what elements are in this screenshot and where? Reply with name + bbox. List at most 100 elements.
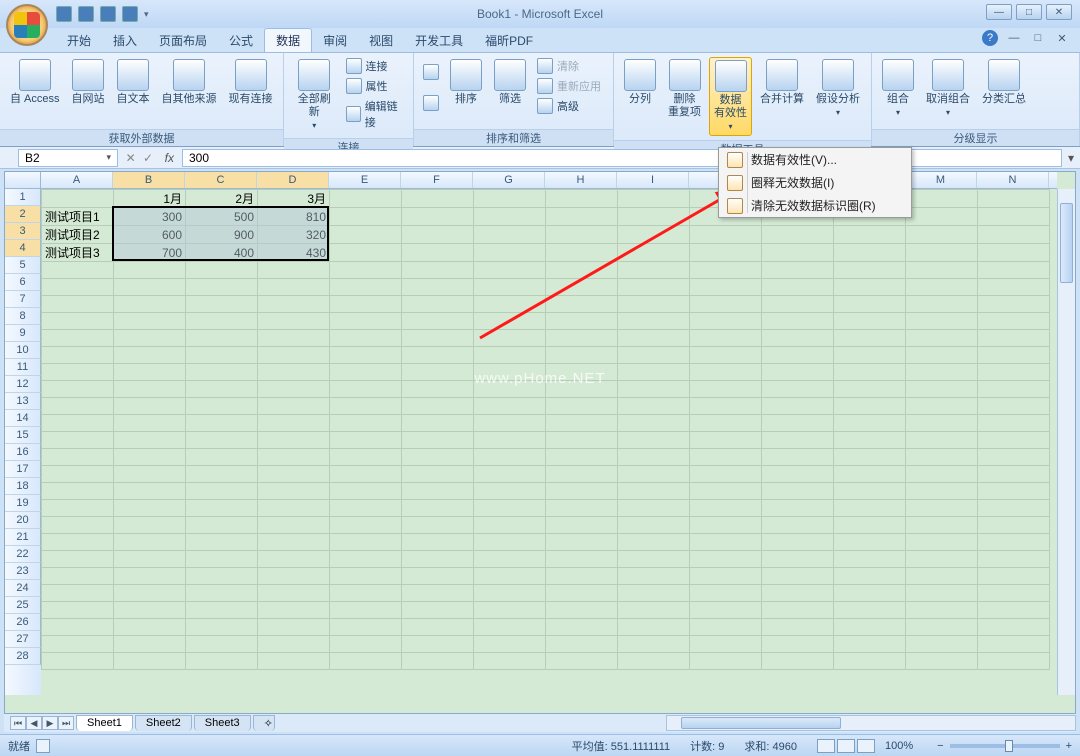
tab-插入[interactable]: 插入 bbox=[102, 29, 148, 52]
cell-H22[interactable] bbox=[546, 551, 618, 568]
row-header-14[interactable]: 14 bbox=[5, 410, 41, 427]
cell-F15[interactable] bbox=[402, 432, 474, 449]
cell-I22[interactable] bbox=[618, 551, 690, 568]
cell-C18[interactable] bbox=[186, 483, 258, 500]
ritem-现有连接[interactable]: 现有连接 bbox=[225, 57, 277, 108]
row-header-18[interactable]: 18 bbox=[5, 478, 41, 495]
cell-E3[interactable] bbox=[330, 226, 402, 244]
doc-restore-button[interactable]: □ bbox=[1030, 30, 1046, 46]
cell-L20[interactable] bbox=[834, 517, 906, 534]
cell-E12[interactable] bbox=[330, 381, 402, 398]
cell-H19[interactable] bbox=[546, 500, 618, 517]
cell-M2[interactable] bbox=[906, 208, 978, 226]
cell-B16[interactable] bbox=[114, 449, 186, 466]
cell-I21[interactable] bbox=[618, 534, 690, 551]
qat-undo-icon[interactable] bbox=[78, 6, 94, 22]
help-icon[interactable]: ? bbox=[982, 30, 998, 46]
sheet-nav-first[interactable]: ⏮ bbox=[10, 716, 26, 730]
cell-L11[interactable] bbox=[834, 364, 906, 381]
row-header-2[interactable]: 2 bbox=[5, 206, 41, 223]
cell-N17[interactable] bbox=[978, 466, 1050, 483]
cell-J4[interactable] bbox=[690, 244, 762, 262]
cell-N10[interactable] bbox=[978, 347, 1050, 364]
cell-L9[interactable] bbox=[834, 330, 906, 347]
cell-M28[interactable] bbox=[906, 653, 978, 670]
sheet-nav-last[interactable]: ⏭ bbox=[58, 716, 74, 730]
cell-K4[interactable] bbox=[762, 244, 834, 262]
cell-H7[interactable] bbox=[546, 296, 618, 313]
tab-福昕PDF[interactable]: 福昕PDF bbox=[474, 29, 544, 52]
cell-E4[interactable] bbox=[330, 244, 402, 262]
cell-D25[interactable] bbox=[258, 602, 330, 619]
row-header-21[interactable]: 21 bbox=[5, 529, 41, 546]
outline-组合[interactable]: 组合▾ bbox=[878, 57, 918, 121]
cell-D20[interactable] bbox=[258, 517, 330, 534]
cell-A19[interactable] bbox=[42, 500, 114, 517]
tab-审阅[interactable]: 审阅 bbox=[312, 29, 358, 52]
cell-N22[interactable] bbox=[978, 551, 1050, 568]
cell-I28[interactable] bbox=[618, 653, 690, 670]
cell-C14[interactable] bbox=[186, 415, 258, 432]
cell-J12[interactable] bbox=[690, 381, 762, 398]
refresh-all-button[interactable]: 全部刷新▾ bbox=[290, 57, 339, 134]
cell-B6[interactable] bbox=[114, 279, 186, 296]
cell-C25[interactable] bbox=[186, 602, 258, 619]
cell-D5[interactable] bbox=[258, 262, 330, 279]
cell-M22[interactable] bbox=[906, 551, 978, 568]
cell-K6[interactable] bbox=[762, 279, 834, 296]
cell-A9[interactable] bbox=[42, 330, 114, 347]
cell-I24[interactable] bbox=[618, 585, 690, 602]
cell-B7[interactable] bbox=[114, 296, 186, 313]
cell-L28[interactable] bbox=[834, 653, 906, 670]
cell-M19[interactable] bbox=[906, 500, 978, 517]
cell-I20[interactable] bbox=[618, 517, 690, 534]
cell-B20[interactable] bbox=[114, 517, 186, 534]
cell-A27[interactable] bbox=[42, 636, 114, 653]
cell-G22[interactable] bbox=[474, 551, 546, 568]
cell-M21[interactable] bbox=[906, 534, 978, 551]
cell-M4[interactable] bbox=[906, 244, 978, 262]
dtool-3[interactable]: 合并计算 bbox=[756, 57, 808, 108]
cell-E14[interactable] bbox=[330, 415, 402, 432]
cell-G27[interactable] bbox=[474, 636, 546, 653]
cell-G24[interactable] bbox=[474, 585, 546, 602]
filter-重新应用[interactable]: 重新应用 bbox=[534, 77, 604, 95]
cell-L15[interactable] bbox=[834, 432, 906, 449]
cell-C11[interactable] bbox=[186, 364, 258, 381]
cell-F19[interactable] bbox=[402, 500, 474, 517]
cell-N23[interactable] bbox=[978, 568, 1050, 585]
cell-C16[interactable] bbox=[186, 449, 258, 466]
cell-E23[interactable] bbox=[330, 568, 402, 585]
cell-G14[interactable] bbox=[474, 415, 546, 432]
cell-G26[interactable] bbox=[474, 619, 546, 636]
row-header-3[interactable]: 3 bbox=[5, 223, 41, 240]
row-header-6[interactable]: 6 bbox=[5, 274, 41, 291]
cell-J10[interactable] bbox=[690, 347, 762, 364]
cell-M9[interactable] bbox=[906, 330, 978, 347]
cell-C23[interactable] bbox=[186, 568, 258, 585]
cell-K9[interactable] bbox=[762, 330, 834, 347]
cell-G17[interactable] bbox=[474, 466, 546, 483]
cell-A8[interactable] bbox=[42, 313, 114, 330]
cell-M18[interactable] bbox=[906, 483, 978, 500]
row-header-4[interactable]: 4 bbox=[5, 240, 41, 257]
cell-N6[interactable] bbox=[978, 279, 1050, 296]
row-header-10[interactable]: 10 bbox=[5, 342, 41, 359]
filter-button[interactable]: 筛选 bbox=[490, 57, 530, 108]
cell-E27[interactable] bbox=[330, 636, 402, 653]
row-header-20[interactable]: 20 bbox=[5, 512, 41, 529]
cell-D22[interactable] bbox=[258, 551, 330, 568]
col-header-A[interactable]: A bbox=[41, 172, 113, 188]
cell-F18[interactable] bbox=[402, 483, 474, 500]
cell-A2[interactable]: 测试项目1 bbox=[42, 208, 114, 226]
cell-G3[interactable] bbox=[474, 226, 546, 244]
cell-C20[interactable] bbox=[186, 517, 258, 534]
cell-I17[interactable] bbox=[618, 466, 690, 483]
cell-G20[interactable] bbox=[474, 517, 546, 534]
tab-公式[interactable]: 公式 bbox=[218, 29, 264, 52]
cell-J6[interactable] bbox=[690, 279, 762, 296]
cell-A7[interactable] bbox=[42, 296, 114, 313]
cell-I27[interactable] bbox=[618, 636, 690, 653]
cell-H23[interactable] bbox=[546, 568, 618, 585]
cell-C7[interactable] bbox=[186, 296, 258, 313]
